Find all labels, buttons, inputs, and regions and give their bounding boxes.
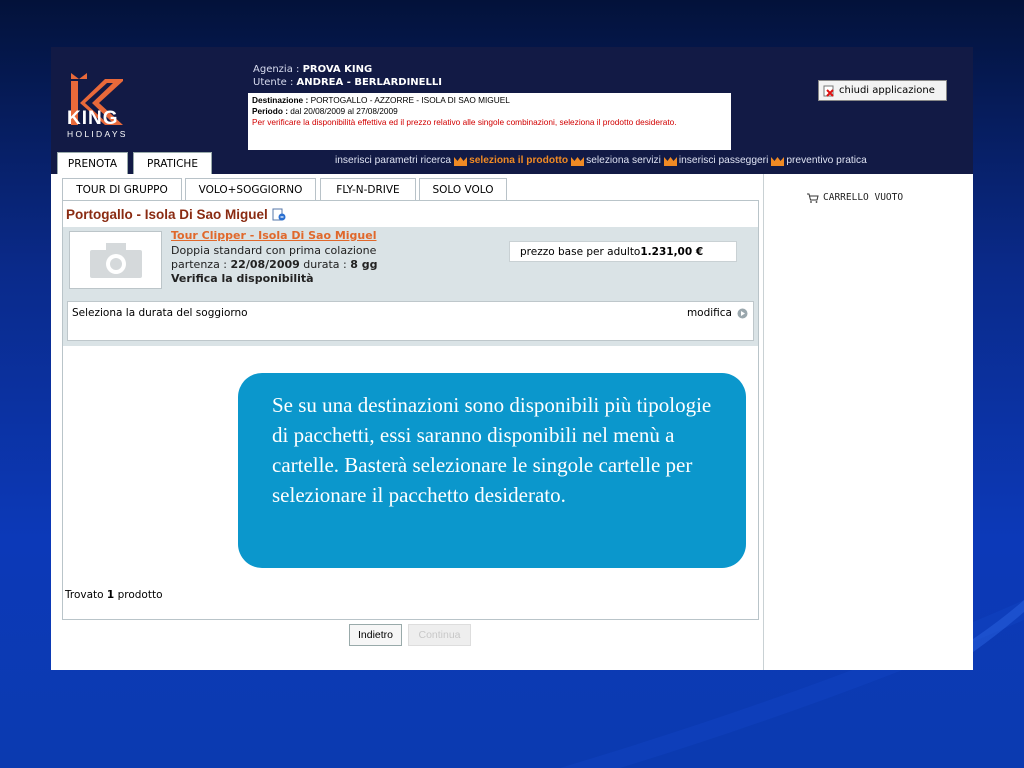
step-select-product: seleziona il prodotto <box>469 155 569 166</box>
tab-volo-soggiorno[interactable]: VOLO+SOGGIORNO <box>185 178 316 200</box>
crown-separator-icon <box>454 156 468 166</box>
departure-info: partenza : 22/08/2009 durata : 8 gg <box>171 258 378 271</box>
app-header: KING HOLIDAYS Agenzia : PROVA KING Utent… <box>51 47 973 174</box>
tab-solo-volo[interactable]: SOLO VOLO <box>419 178 507 200</box>
cart-status: CARRELLO VUOTO <box>807 192 903 203</box>
step-select-services: seleziona servizi <box>586 155 661 166</box>
availability-notice: Per verificare la disponibilità effettiv… <box>252 117 677 127</box>
back-button[interactable]: Indietro <box>349 624 402 646</box>
logo-wordmark: KING <box>67 108 119 129</box>
agency-name: PROVA KING <box>302 64 373 75</box>
info-document-icon[interactable] <box>272 208 286 221</box>
destination-line: Destinazione : PORTOGALLO - AZZORRE - IS… <box>252 95 510 105</box>
agency-line: Agenzia : PROVA KING <box>253 64 373 75</box>
user-name: ANDREA - BERLARDINELLI <box>296 77 442 88</box>
application-window: KING HOLIDAYS Agenzia : PROVA KING Utent… <box>51 47 973 670</box>
logo-subtitle: HOLIDAYS <box>67 129 128 139</box>
close-application-button[interactable]: chiudi applicazione <box>818 80 947 101</box>
tab-fly-n-drive[interactable]: FLY-N-DRIVE <box>320 178 416 200</box>
product-section: Tour Clipper - Isola Di Sao Miguel Doppi… <box>63 227 758 346</box>
period-line: Periodo : dal 20/08/2009 al 27/08/2009 <box>252 106 398 116</box>
step-quote: preventivo pratica <box>786 155 867 166</box>
step-passengers: inserisci passeggeri <box>678 155 769 166</box>
search-summary-box: Destinazione : PORTOGALLO - AZZORRE - IS… <box>248 93 731 150</box>
tab-tour-di-gruppo[interactable]: TOUR DI GRUPPO <box>62 178 182 200</box>
play-circle-icon <box>737 308 748 318</box>
duration-selector: Seleziona la durata del soggiorno modifi… <box>67 301 754 341</box>
price-value: 1.231,00 € <box>640 245 704 258</box>
results-count: Trovato 1 prodotto <box>65 589 163 601</box>
user-line: Utente : ANDREA - BERLARDINELLI <box>253 77 442 88</box>
tour-link[interactable]: Tour Clipper - Isola Di Sao Miguel <box>171 229 377 242</box>
cart-sidebar: CARRELLO VUOTO <box>763 174 973 670</box>
tab-prenota[interactable]: PRENOTA <box>57 152 128 174</box>
crown-separator-icon <box>571 156 585 166</box>
booking-steps: inserisci parametri ricerca seleziona il… <box>335 155 867 166</box>
duration-select-label: Seleziona la durata del soggiorno <box>72 307 248 319</box>
camera-placeholder-icon <box>89 243 142 278</box>
product-card: Tour Clipper - Isola Di Sao Miguel Doppi… <box>67 229 754 296</box>
step-search-params: inserisci parametri ricerca <box>335 155 452 166</box>
shopping-cart-icon <box>807 193 819 203</box>
crown-separator-icon <box>663 156 677 166</box>
tab-pratiche[interactable]: PRATICHE <box>133 152 212 174</box>
close-application-label: chiudi applicazione <box>839 85 935 96</box>
close-app-icon <box>823 85 835 97</box>
modify-button[interactable]: modifica <box>687 307 748 319</box>
room-type: Doppia standard con prima colazione <box>171 244 377 257</box>
user-info: Agenzia : PROVA KING Utente : ANDREA - B… <box>253 63 442 89</box>
base-price: prezzo base per adulto 1.231,00 € <box>509 241 737 262</box>
product-thumbnail <box>69 231 162 289</box>
verify-availability[interactable]: Verifica la disponibilità <box>171 272 314 285</box>
destination-title: Portogallo - Isola Di Sao Miguel <box>66 207 286 222</box>
explanation-callout: Se su una destinazioni sono disponibili … <box>238 373 746 568</box>
crown-separator-icon <box>771 156 785 166</box>
continue-button[interactable]: Continua <box>408 624 471 646</box>
